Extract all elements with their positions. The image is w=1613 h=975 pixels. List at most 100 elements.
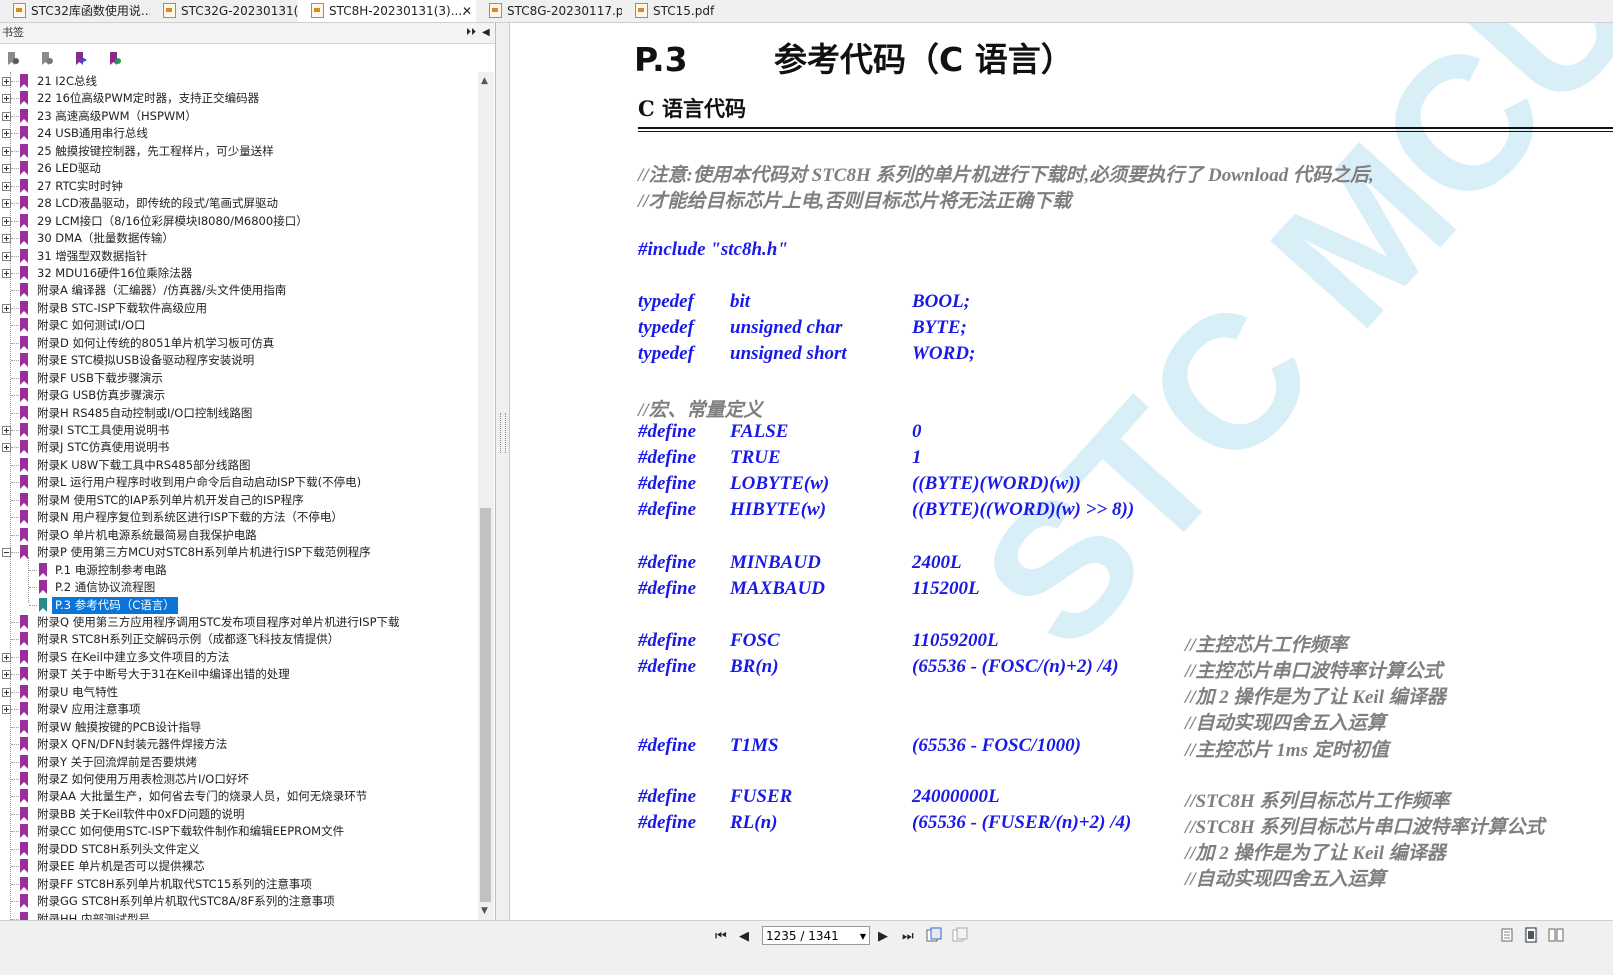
bookmark-item[interactable]: 附录P 使用第三方MCU对STC8H系列单片机进行ISP下载范例程序 bbox=[0, 544, 478, 561]
code-keyword: #define bbox=[638, 656, 697, 677]
expand-icon[interactable] bbox=[2, 217, 11, 226]
bookmark-item[interactable]: 24 USB通用串行总线 bbox=[0, 125, 478, 142]
bookmark-item[interactable]: 附录A 编译器（汇编器）/仿真器/头文件使用指南 bbox=[0, 282, 478, 299]
bookmark-item[interactable]: 26 LED驱动 bbox=[0, 160, 478, 177]
next-page-icon[interactable]: ▶ bbox=[878, 929, 888, 944]
collapse-panel-icon[interactable]: ◀ bbox=[482, 23, 490, 43]
bookmark-item[interactable]: 25 触摸按键控制器，先工程样片，可少量送样 bbox=[0, 143, 478, 160]
first-page-icon[interactable]: ⏮ bbox=[715, 929, 727, 944]
bookmark-item[interactable]: 附录J STC仿真使用说明书 bbox=[0, 439, 478, 456]
bookmark-item[interactable]: 附录CC 如何使用STC-ISP下载软件制作和编辑EEPROM文件 bbox=[0, 823, 478, 840]
tab-stc32-library[interactable]: STC32库函数使用说... bbox=[0, 0, 150, 22]
expand-icon[interactable] bbox=[2, 147, 11, 156]
expand-icon[interactable] bbox=[2, 182, 11, 191]
sidebar-scrollbar[interactable]: ▲ ▼ bbox=[478, 72, 494, 920]
bookmark-item[interactable]: 附录F USB下载步骤演示 bbox=[0, 370, 478, 387]
tab-stc8g[interactable]: STC8G-20230117.p... bbox=[476, 0, 622, 22]
expand-icon[interactable] bbox=[2, 112, 11, 121]
facing-view-icon[interactable] bbox=[1548, 927, 1564, 943]
bookmark-item[interactable]: 27 RTC实时时钟 bbox=[0, 178, 478, 195]
bookmark-child-item[interactable]: P.2 通信协议流程图 bbox=[0, 579, 478, 596]
scroll-up-icon[interactable]: ▲ bbox=[481, 76, 488, 86]
bookmark-item[interactable]: 附录HH 内部测试型号 bbox=[0, 911, 478, 920]
go-forward-icon[interactable] bbox=[952, 927, 968, 943]
previous-page-icon[interactable]: ◀ bbox=[739, 929, 749, 944]
bookmark-item[interactable]: 附录G USB仿真步骤演示 bbox=[0, 387, 478, 404]
section-title: 参考代码（C 语言） bbox=[774, 40, 1074, 79]
bookmark-item[interactable]: 32 MDU16硬件16位乘除法器 bbox=[0, 265, 478, 282]
bookmark-item[interactable]: 30 DMA（批量数据传输） bbox=[0, 230, 478, 247]
bookmark-item[interactable]: 附录FF STC8H系列单片机取代STC15系列的注意事项 bbox=[0, 876, 478, 893]
expand-icon[interactable] bbox=[2, 269, 11, 278]
delete-bookmark-icon[interactable] bbox=[6, 51, 19, 66]
bookmark-item[interactable]: 22 16位高级PWM定时器，支持正交编码器 bbox=[0, 90, 478, 107]
expand-icon[interactable] bbox=[2, 653, 11, 662]
page-number-input[interactable]: 1235 / 1341 ▼ bbox=[762, 926, 870, 945]
bookmark-item[interactable]: 附录BB 关于Keil软件中0xFD问题的说明 bbox=[0, 806, 478, 823]
bookmark-item[interactable]: 附录Q 使用第三方应用程序调用STC发布项目程序对单片机进行ISP下载 bbox=[0, 614, 478, 631]
tab-stc32g[interactable]: STC32G-20230131(... bbox=[150, 0, 298, 22]
bookmark-item[interactable]: 31 增强型双数据指针 bbox=[0, 248, 478, 265]
tab-stc15[interactable]: STC15.pdf bbox=[622, 0, 768, 22]
chevron-down-icon[interactable]: ▼ bbox=[860, 927, 866, 946]
expand-icon[interactable] bbox=[2, 234, 11, 243]
bookmark-item[interactable]: 附录O 单片机电源系统最简易自我保护电路 bbox=[0, 527, 478, 544]
bookmark-item[interactable]: 附录T 关于中断号大于31在Keil中编译出错的处理 bbox=[0, 666, 478, 683]
expand-icon[interactable] bbox=[2, 705, 11, 714]
bookmark-item[interactable]: 附录Z 如何使用万用表检测芯片I/O口好坏 bbox=[0, 771, 478, 788]
panel-splitter[interactable] bbox=[496, 23, 510, 920]
single-page-view-icon[interactable] bbox=[1500, 927, 1514, 943]
bookmark-item[interactable]: 附录W 触摸按键的PCB设计指导 bbox=[0, 719, 478, 736]
tab-stc8h[interactable]: STC8H-20230131(3).... ✕ bbox=[298, 0, 476, 22]
continuous-view-icon[interactable] bbox=[1524, 927, 1538, 943]
expand-icon[interactable] bbox=[2, 94, 11, 103]
bookmark-item[interactable]: 21 I2C总线 bbox=[0, 73, 478, 90]
scroll-down-icon[interactable]: ▼ bbox=[481, 906, 488, 916]
go-back-icon[interactable] bbox=[926, 927, 942, 943]
bookmark-item[interactable]: 附录R STC8H系列正交解码示例（成都逐飞科技友情提供） bbox=[0, 631, 478, 648]
scrollbar-thumb[interactable] bbox=[480, 508, 491, 902]
expand-icon[interactable] bbox=[2, 252, 11, 261]
bookmark-item[interactable]: 附录K U8W下载工具中RS485部分线路图 bbox=[0, 457, 478, 474]
bookmark-item[interactable]: 28 LCD液晶驱动，即传统的段式/笔画式屏驱动 bbox=[0, 195, 478, 212]
bookmark-child-item[interactable]: P.1 电源控制参考电路 bbox=[0, 562, 478, 579]
bookmark-item[interactable]: 附录C 如何测试I/O口 bbox=[0, 317, 478, 334]
bookmark-item[interactable]: 附录U 电气特性 bbox=[0, 684, 478, 701]
bookmark-item[interactable]: 附录E STC模拟USB设备驱动程序安装说明 bbox=[0, 352, 478, 369]
go-to-bookmark-icon[interactable] bbox=[74, 51, 87, 66]
expand-icon[interactable] bbox=[2, 426, 11, 435]
expand-icon[interactable] bbox=[2, 304, 11, 313]
bookmark-item[interactable]: 附录V 应用注意事项 bbox=[0, 701, 478, 718]
bookmark-item[interactable]: 附录GG STC8H系列单片机取代STC8A/8F系列的注意事项 bbox=[0, 893, 478, 910]
bookmark-item[interactable]: 附录N 用户程序复位到系统区进行ISP下载的方法（不停电） bbox=[0, 509, 478, 526]
add-bookmark-icon[interactable] bbox=[40, 51, 53, 66]
bookmark-item[interactable]: 附录H RS485自动控制或I/O口控制线路图 bbox=[0, 405, 478, 422]
bookmark-item[interactable]: 附录X QFN/DFN封装元器件焊接方法 bbox=[0, 736, 478, 753]
bookmark-item[interactable]: 23 高速高级PWM（HSPWM） bbox=[0, 108, 478, 125]
last-page-icon[interactable]: ⏭ bbox=[902, 929, 914, 944]
bookmark-item[interactable]: 附录Y 关于回流焊前是否要烘烤 bbox=[0, 754, 478, 771]
code-keyword: #define bbox=[638, 552, 697, 573]
bookmark-item[interactable]: 附录EE 单片机是否可以提供裸芯 bbox=[0, 858, 478, 875]
bookmark-item[interactable]: 29 LCM接口（8/16位彩屏模块I8080/M6800接口） bbox=[0, 213, 478, 230]
bookmark-item[interactable]: 附录L 运行用户程序时收到用户命令后自动启动ISP下载(不停电) bbox=[0, 474, 478, 491]
expand-icon[interactable] bbox=[2, 688, 11, 697]
bookmark-child-item[interactable]: P.3 参考代码（C语言） bbox=[0, 597, 478, 614]
expand-icon[interactable] bbox=[2, 129, 11, 138]
panel-menu-icon[interactable]: ⏵⏵ bbox=[466, 23, 476, 43]
bookmark-item[interactable]: 附录B STC-ISP下载软件高级应用 bbox=[0, 300, 478, 317]
expand-icon[interactable] bbox=[2, 670, 11, 679]
bookmark-item[interactable]: 附录M 使用STC的IAP系列单片机开发自己的ISP程序 bbox=[0, 492, 478, 509]
expand-icon[interactable] bbox=[2, 77, 11, 86]
expand-icon[interactable] bbox=[2, 164, 11, 173]
bookmark-item[interactable]: 附录AA 大批量生产，如何省去专门的烧录人员，如何无烧录环节 bbox=[0, 788, 478, 805]
bookmark-item[interactable]: 附录S 在Keil中建立多文件项目的方法 bbox=[0, 649, 478, 666]
bookmark-item[interactable]: 附录DD STC8H系列头文件定义 bbox=[0, 841, 478, 858]
bookmark-properties-icon[interactable] bbox=[108, 51, 121, 66]
close-tab-icon[interactable]: ✕ bbox=[462, 0, 472, 22]
bookmark-item[interactable]: 附录D 如何让传统的8051单片机学习板可仿真 bbox=[0, 335, 478, 352]
collapse-icon[interactable] bbox=[2, 548, 11, 557]
bookmark-item[interactable]: 附录I STC工具使用说明书 bbox=[0, 422, 478, 439]
expand-icon[interactable] bbox=[2, 199, 11, 208]
expand-icon[interactable] bbox=[2, 443, 11, 452]
